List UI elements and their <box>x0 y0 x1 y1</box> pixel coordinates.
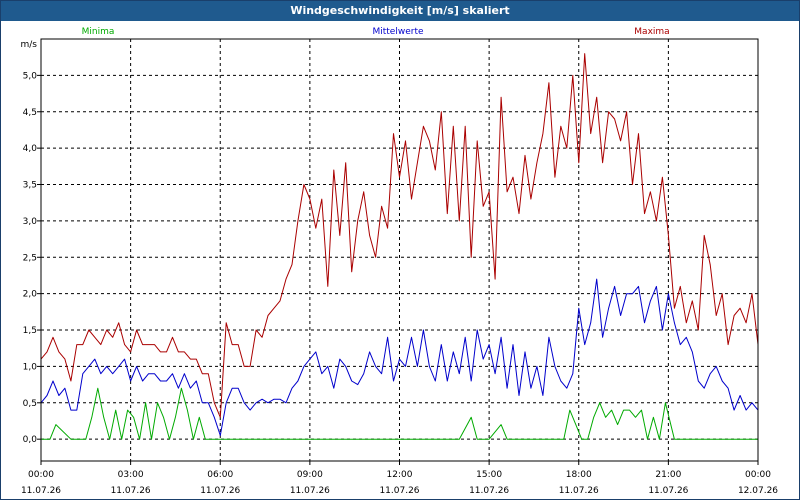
x-tick-time: 21:00 <box>655 470 681 480</box>
x-tick-date: 11.07.26 <box>290 486 330 496</box>
y-tick-label: 1,0 <box>23 362 38 372</box>
x-tick-date: 11.07.26 <box>379 486 419 496</box>
x-tick-time: 06:00 <box>207 470 233 480</box>
x-tick-time: 09:00 <box>297 470 323 480</box>
x-tick-date: 11.07.26 <box>21 486 61 496</box>
y-tick-label: 4,0 <box>23 144 38 154</box>
x-tick-date: 12.07.26 <box>738 486 778 496</box>
y-tick-label: 1,5 <box>23 326 37 336</box>
x-tick-time: 00:00 <box>28 470 54 480</box>
legend-entry-maxima: Maxima <box>634 27 669 37</box>
chart-canvas: 0,0 0,5 1,0 1,5 2,0 2,5 3,0 3,5 4,0 4,5 5,0 m/s 00:0… <box>21 27 779 496</box>
y-tick-label: 4,5 <box>23 108 37 118</box>
x-tick-time: 15:00 <box>476 470 502 480</box>
series-line-maxima <box>40 53 759 418</box>
x-tick-time: 18:00 <box>566 470 592 480</box>
legend: Minima Mittelwerte Maxima <box>82 27 670 37</box>
legend-entry-mittelwerte: Mittelwerte <box>372 27 423 37</box>
x-tick-date: 11.07.26 <box>200 486 240 496</box>
chart-window: Windgeschwindigkeit [m/s] skaliert 0,0 0,… <box>0 0 800 500</box>
x-tick-date: 11.07.26 <box>111 486 151 496</box>
x-tick-date: 11.07.26 <box>469 486 509 496</box>
y-tick-label: 3,0 <box>23 217 38 227</box>
y-tick-label: 0,0 <box>23 435 38 445</box>
grid <box>41 39 758 461</box>
x-tick-time: 03:00 <box>118 470 144 480</box>
y-axis-label: m/s <box>21 40 38 50</box>
y-tick-label: 5,0 <box>23 71 38 81</box>
legend-entry-minima: Minima <box>82 27 115 37</box>
y-tick-label: 3,5 <box>23 181 37 191</box>
x-tick-date: 11.07.26 <box>559 486 599 496</box>
x-tick-time: 12:00 <box>387 470 413 480</box>
y-tick-label: 0,5 <box>23 399 37 409</box>
x-tick-time: 00:00 <box>745 470 771 480</box>
x-tick-date: 11.07.26 <box>648 486 688 496</box>
y-tick-label: 2,0 <box>23 290 38 300</box>
y-tick-label: 2,5 <box>23 253 37 263</box>
